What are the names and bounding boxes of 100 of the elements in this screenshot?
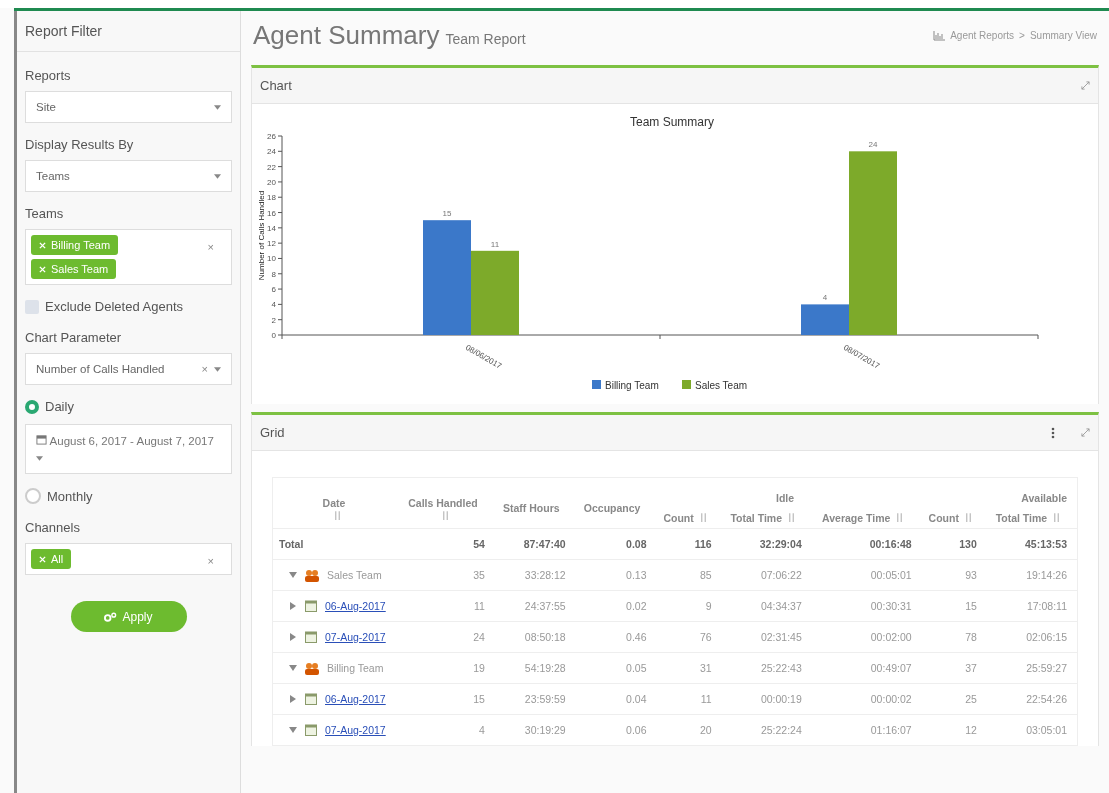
table-cell: 85 [699,569,712,581]
column-header[interactable]: Occupancy [583,502,641,514]
expand-toggle-icon[interactable] [289,571,297,579]
date-link[interactable]: 07-Aug-2017 [325,631,386,643]
expand-toggle-icon[interactable] [289,633,297,641]
clear-button[interactable]: × [207,549,226,569]
expand-toggle-icon[interactable] [289,664,297,672]
radio-button[interactable] [25,488,41,504]
expand-icon[interactable] [1081,81,1090,90]
expand-toggle-icon[interactable] [289,726,297,734]
date-link[interactable]: 06-Aug-2017 [325,693,386,705]
table-cell: 0.08 [626,538,647,550]
expand-toggle-icon[interactable] [289,695,297,703]
column-header[interactable]: Total Time [995,512,1048,524]
data-label: 24 [868,140,878,150]
breadcrumb-separator: > [1019,30,1025,41]
sort-icon[interactable] [333,510,341,520]
table-cell: 33:28:12 [524,569,566,581]
table-cell: 01:16:07 [870,724,912,736]
data-label: 4 [822,293,828,303]
table-cell: 78 [965,631,977,643]
date-range-field[interactable]: August 6, 2017 - August 7, 2017 [25,424,232,474]
table-cell: 19 [473,662,485,674]
table-cell: 54:19:28 [524,662,566,674]
more-options-icon[interactable] [1051,426,1055,439]
table-cell: 32:29:04 [759,538,802,550]
field-label: Reports [25,68,72,83]
calendar-icon [305,724,317,736]
table-cell: 02:06:15 [1026,631,1067,643]
caret-icon [214,104,221,110]
y-tick-label: 24 [267,147,276,157]
field-label: Channels [25,520,81,535]
clear-button[interactable]: × [201,363,208,375]
remove-icon[interactable] [39,241,46,249]
gears-icon [104,611,118,622]
checkbox-label: Exclude Deleted Agents [45,299,184,314]
table-cell: 45:13:53 [1024,538,1067,550]
clear-button[interactable]: × [207,235,226,279]
column-header[interactable]: Calls Handled [408,496,478,509]
y-tick-label: 20 [267,177,276,187]
date-link[interactable]: 07-Aug-2017 [325,724,386,736]
column-header[interactable]: Total Time [730,512,782,524]
table-cell: 0.04 [626,693,647,705]
sort-icon[interactable] [788,513,795,522]
apply-button[interactable]: Apply [70,601,187,632]
table-cell: 02:31:45 [760,631,802,643]
team-tag[interactable]: Sales Team [31,259,117,279]
sort-icon[interactable] [896,513,904,522]
table-cell: 37 [965,662,977,674]
parameter-select[interactable]: Number of Calls Handled × [25,353,232,385]
table-cell: 25:22:43 [760,662,802,674]
checkbox[interactable] [25,299,39,314]
sort-icon[interactable] [1053,513,1061,522]
table-cell: 30:19:29 [524,724,566,736]
column-header[interactable]: Date [322,496,346,509]
y-tick-label: 4 [271,300,276,310]
y-tick-label: 12 [267,239,276,249]
table-cell: 07:06:22 [760,569,802,581]
data-label: 15 [442,209,452,219]
expand-toggle-icon[interactable] [289,602,297,610]
sort-icon[interactable] [442,510,450,520]
table-cell: 08:50:18 [524,631,566,643]
remove-icon[interactable] [39,555,46,563]
table-cell: 15 [965,600,977,612]
table-cell: 0.02 [626,600,647,612]
field-label: Display Results By [25,137,135,152]
team-icon [305,568,319,582]
reports-select[interactable]: Site [25,91,232,123]
table-cell: 130 [959,538,977,550]
caret-icon [214,366,221,372]
data-label: 11 [490,239,500,249]
table-cell: 0.06 [626,724,647,736]
column-header[interactable]: Count [663,512,694,524]
field-label: Chart Parameter [25,330,123,345]
display-select[interactable]: Teams [25,160,232,192]
legend-label[interactable]: Sales Team [695,380,748,391]
date-link[interactable]: 06-Aug-2017 [325,600,386,612]
legend-label[interactable]: Billing Team [605,380,659,391]
table-cell: 4 [479,724,485,736]
channel-tag[interactable]: All [31,549,72,569]
table-cell: 04:34:37 [760,600,802,612]
remove-icon[interactable] [39,265,46,273]
column-header[interactable]: Staff Hours [503,502,560,514]
column-header[interactable]: Average Time [822,512,891,524]
y-tick-label: 10 [267,254,276,264]
expand-icon[interactable] [1081,428,1090,437]
column-header[interactable]: Count [928,512,959,524]
table-cell: 54 [473,538,485,550]
radio-button[interactable] [25,399,39,414]
y-tick-label: 14 [267,223,276,233]
y-tick-label: 18 [267,193,276,203]
sort-icon[interactable] [699,513,707,522]
page-subtitle: Team Report [445,31,526,47]
breadcrumb-link[interactable]: Agent Reports [950,30,1015,41]
table-cell: 25:59:27 [1026,662,1067,674]
sort-icon[interactable] [964,513,972,522]
table-cell: 12 [965,724,977,736]
team-tag[interactable]: Billing Team [31,235,119,255]
row-label: Sales Team [327,569,382,581]
table-cell: 25 [965,693,977,705]
